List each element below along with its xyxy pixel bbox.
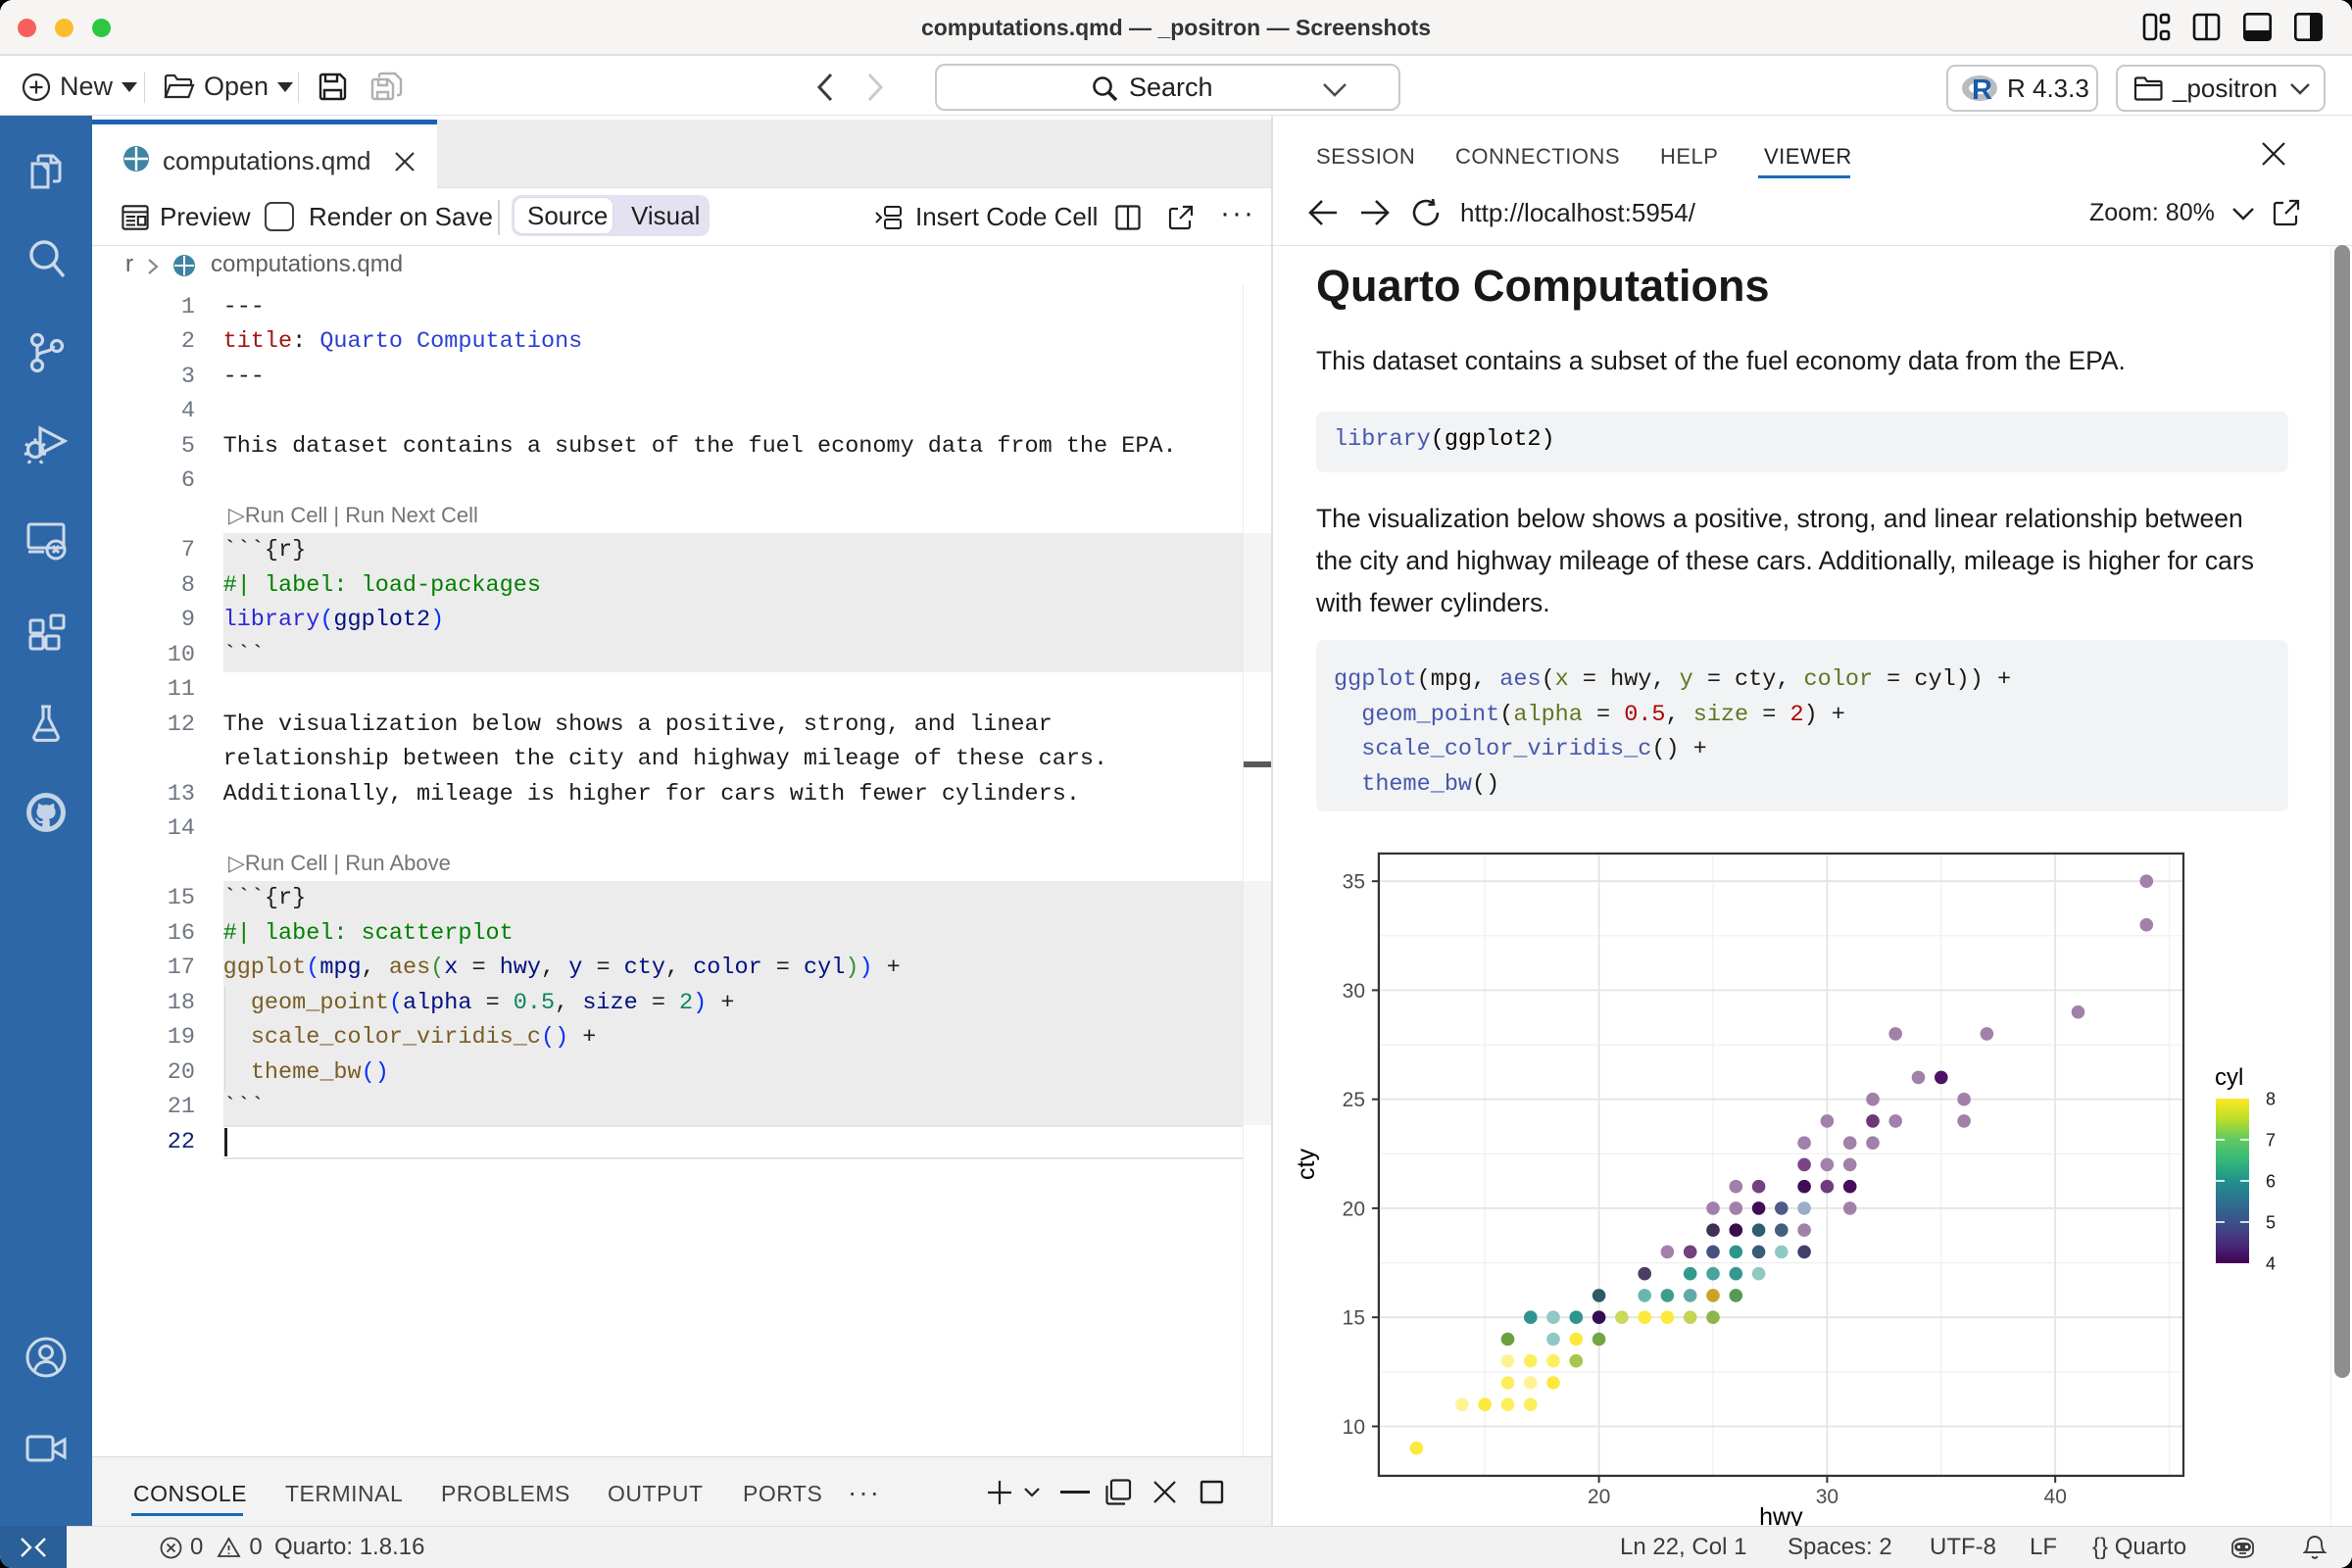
svg-text:5: 5 <box>2266 1213 2276 1233</box>
svg-text:4: 4 <box>2266 1254 2276 1274</box>
svg-text:35: 35 <box>1343 871 1365 894</box>
svg-text:7: 7 <box>2266 1131 2276 1151</box>
svg-text:6: 6 <box>2266 1172 2276 1192</box>
svg-text:40: 40 <box>2044 1486 2067 1508</box>
svg-text:25: 25 <box>1343 1089 1365 1111</box>
svg-text:8: 8 <box>2266 1090 2276 1109</box>
svg-text:hwy: hwy <box>1759 1503 1803 1526</box>
svg-text:cyl: cyl <box>2215 1064 2243 1091</box>
svg-text:15: 15 <box>1343 1307 1365 1330</box>
svg-text:cty: cty <box>1293 1149 1320 1180</box>
svg-text:10: 10 <box>1343 1416 1365 1439</box>
svg-text:20: 20 <box>1588 1486 1610 1508</box>
svg-text:30: 30 <box>1343 980 1365 1003</box>
svg-text:20: 20 <box>1343 1198 1365 1220</box>
svg-text:30: 30 <box>1816 1486 1838 1508</box>
